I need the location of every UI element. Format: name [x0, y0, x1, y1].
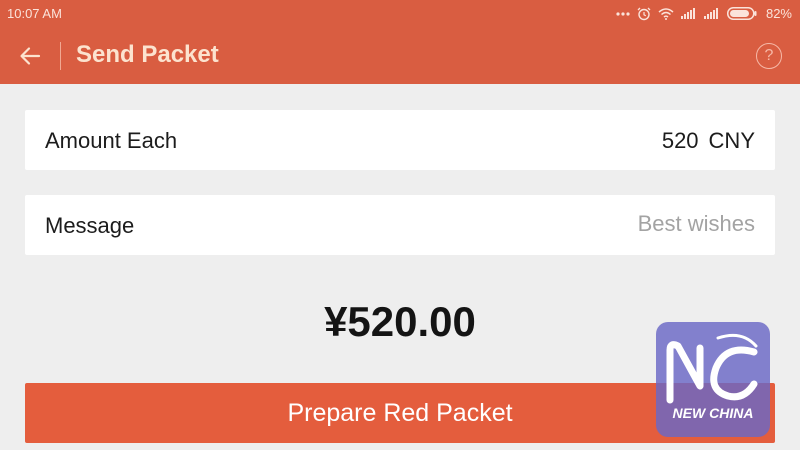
amount-currency: CNY — [708, 128, 755, 153]
status-time: 10:07 AM — [7, 6, 62, 21]
message-input[interactable] — [395, 209, 755, 239]
app-header: 10:07 AM 82% Send Packet ? — [0, 0, 800, 84]
question-circle-icon: ? — [764, 47, 774, 64]
svg-text:NEW CHINA: NEW CHINA — [673, 405, 754, 421]
message-row[interactable]: Message — [25, 195, 775, 255]
message-label: Message — [45, 213, 135, 238]
status-icons: 82% — [616, 6, 792, 21]
new-china-logo-icon: NEW CHINA — [666, 333, 758, 421]
help-button[interactable]: ? — [756, 43, 782, 69]
arrow-left-icon — [20, 47, 41, 65]
amount-each-label: Amount Each — [45, 128, 178, 153]
new-china-watermark: NEW CHINA — [656, 322, 770, 437]
alarm-icon — [637, 7, 651, 20]
battery-percent: 82% — [765, 6, 792, 21]
amount-each-row[interactable]: Amount Each 520 CNY — [25, 110, 775, 170]
nav-bar: Send Packet ? — [0, 28, 800, 84]
amount-number: 520 — [661, 128, 699, 153]
battery-icon — [726, 7, 757, 20]
page-title: Send Packet — [76, 41, 219, 68]
signal-icon-sim2 — [703, 8, 718, 19]
nav-divider — [60, 42, 61, 70]
amount-each-value[interactable]: 520 CNY — [662, 128, 755, 154]
more-dots-icon — [616, 11, 630, 16]
wifi-icon — [658, 7, 674, 20]
signal-icon-sim1 — [680, 8, 695, 19]
status-bar: 10:07 AM 82% — [0, 0, 800, 28]
back-button[interactable] — [14, 40, 46, 72]
